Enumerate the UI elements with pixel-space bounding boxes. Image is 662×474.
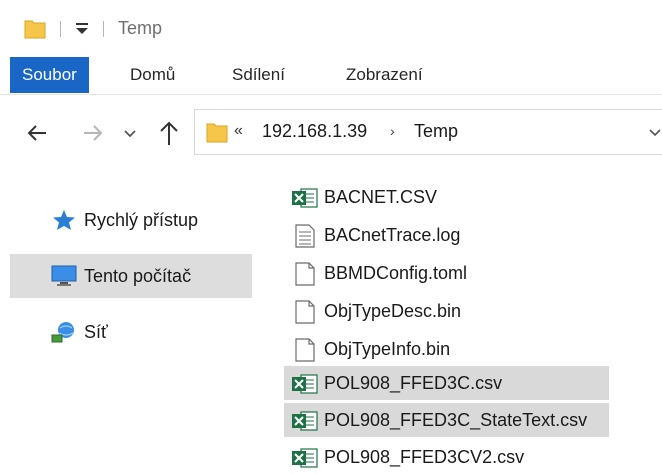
file-row[interactable]: BACnetTrace.log [284, 218, 494, 252]
file-name: ObjTypeDesc.bin [324, 301, 462, 321]
file-row[interactable]: BBMDConfig.toml [284, 256, 504, 290]
tab-soubor[interactable]: Soubor [10, 57, 89, 93]
sidebar-item-label: Síť [84, 322, 108, 342]
back-arrow-icon[interactable] [24, 120, 50, 146]
tab-sdileni[interactable]: Sdílení [232, 57, 285, 93]
file-name: BACnetTrace.log [324, 225, 461, 245]
title-divider [103, 21, 104, 37]
excel-icon [292, 188, 318, 208]
up-arrow-icon[interactable] [156, 118, 182, 148]
file-row[interactable]: POL908_FFED3C.csv [284, 366, 609, 400]
forward-arrow-icon[interactable] [80, 120, 106, 146]
ribbon-divider [0, 94, 662, 95]
breadcrumb-separator[interactable]: › [390, 119, 395, 143]
excel-icon [292, 411, 318, 431]
star-icon [53, 210, 75, 230]
file-row[interactable]: ObjTypeInfo.bin [284, 332, 504, 366]
breadcrumb-ip[interactable]: 192.168.1.39 [262, 119, 367, 143]
text-file-icon [295, 224, 315, 248]
title-divider [60, 21, 61, 37]
window-title: Temp [118, 18, 163, 38]
file-icon [295, 262, 315, 286]
tab-zobrazeni[interactable]: Zobrazení [346, 57, 423, 93]
file-row[interactable]: ObjTypeDesc.bin [284, 294, 504, 328]
monitor-icon [51, 265, 77, 286]
file-name: BACNET.CSV [324, 187, 438, 207]
file-name: BBMDConfig.toml [324, 263, 468, 283]
sidebar-item-label: Tento počítač [84, 266, 192, 286]
folder-icon [206, 123, 228, 143]
file-row[interactable]: POL908_FFED3C_StateText.csv [284, 403, 609, 437]
title-bar [0, 0, 662, 56]
sidebar-item-quick-access[interactable]: Rychlý přístup [10, 198, 252, 242]
file-row[interactable]: BACNET.CSV [284, 180, 484, 214]
excel-icon [292, 448, 318, 468]
ribbon-tabs: Soubor Domů Sdílení Zobrazení [0, 57, 662, 95]
file-name: ObjTypeInfo.bin [324, 339, 451, 359]
file-name: POL908_FFED3C.csv [324, 373, 503, 393]
file-icon [295, 300, 315, 324]
file-icon [295, 338, 315, 362]
chevron-down-icon[interactable] [122, 122, 138, 144]
breadcrumb-temp[interactable]: Temp [414, 119, 458, 143]
file-name: POL908_FFED3C_StateText.csv [324, 410, 588, 430]
excel-icon [292, 374, 318, 394]
sidebar-item-network[interactable]: Síť [10, 310, 252, 354]
breadcrumb-overflow[interactable]: « [234, 119, 243, 143]
folder-icon [24, 20, 46, 39]
quick-access-toolbar-dropdown-icon[interactable] [72, 16, 92, 40]
sidebar-item-label: Rychlý přístup [84, 210, 199, 230]
chevron-down-icon[interactable] [648, 122, 662, 142]
network-icon [51, 322, 74, 343]
sidebar-item-this-pc[interactable]: Tento počítač [10, 254, 252, 298]
file-name: POL908_FFED3CV2.csv [324, 447, 525, 467]
tab-domu[interactable]: Domů [130, 57, 175, 93]
